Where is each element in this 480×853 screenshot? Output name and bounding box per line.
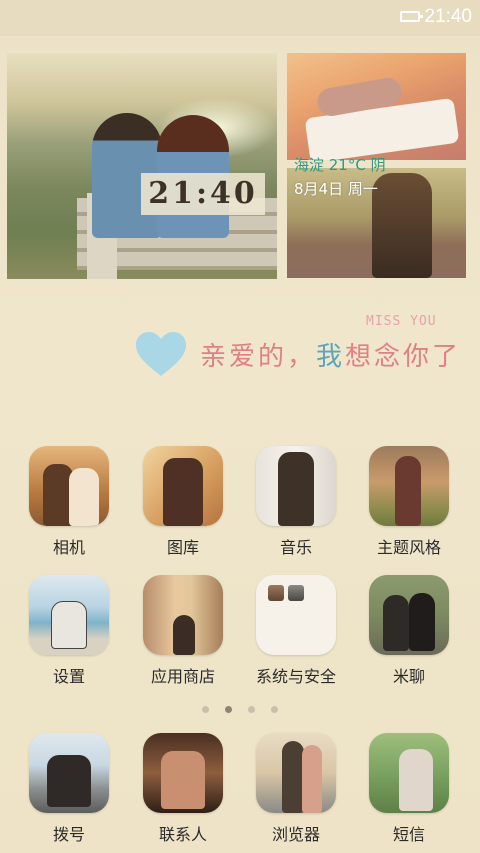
app-label: 设置: [52, 667, 85, 686]
dock-browser[interactable]: 浏览器: [248, 733, 344, 845]
music-icon: [256, 446, 336, 526]
date-widget[interactable]: 8月4日 周一: [294, 178, 378, 199]
app-music[interactable]: 音乐: [248, 446, 344, 558]
browser-icon: [256, 733, 336, 813]
app-camera[interactable]: 相机: [21, 446, 117, 558]
heart-icon: [136, 332, 186, 376]
dock-messages[interactable]: 短信: [361, 733, 457, 845]
app-label: 联系人: [158, 825, 207, 844]
phone-icon: [29, 733, 109, 813]
clock-widget[interactable]: 21:40: [141, 173, 265, 215]
app-label: 相机: [52, 538, 85, 557]
photo-widget-couple-bench[interactable]: [7, 53, 277, 279]
app-store[interactable]: 应用商店: [135, 575, 231, 687]
status-time: 21:40: [424, 6, 472, 27]
dock-phone[interactable]: 拨号: [21, 733, 117, 845]
app-label: 图库: [166, 538, 199, 557]
love-text-end: 想念你了: [345, 342, 462, 372]
gallery-icon: [143, 446, 223, 526]
love-text-main: 亲爱的，: [200, 342, 317, 372]
messages-icon: [369, 733, 449, 813]
page-dot[interactable]: [248, 706, 255, 713]
app-settings[interactable]: 设置: [21, 575, 117, 687]
page-dot[interactable]: [271, 706, 278, 713]
store-icon: [143, 575, 223, 655]
camera-icon: [29, 446, 109, 526]
app-label: 浏览器: [271, 825, 320, 844]
embracing-figure: [372, 173, 432, 278]
app-label: 短信: [392, 825, 425, 844]
page-dot[interactable]: [202, 706, 209, 713]
app-label: 系统与安全: [255, 667, 336, 686]
love-text-accent: 我: [316, 342, 346, 372]
app-gallery[interactable]: 图库: [135, 446, 231, 558]
app-label: 拨号: [52, 825, 85, 844]
battery-icon: [400, 11, 423, 22]
app-label: 音乐: [279, 538, 312, 557]
folder-icon: [256, 575, 336, 655]
app-themes[interactable]: 主题风格: [361, 446, 457, 558]
mitalk-icon: [369, 575, 449, 655]
app-system-security[interactable]: 系统与安全: [248, 575, 344, 687]
app-label: 主题风格: [376, 538, 441, 557]
weather-widget[interactable]: 海淀 21°C 阴: [294, 154, 386, 175]
themes-icon: [369, 446, 449, 526]
page-dot-active[interactable]: [225, 706, 232, 713]
app-mitalk[interactable]: 米聊: [361, 575, 457, 687]
love-message: 亲爱的，我想念你了: [200, 336, 461, 373]
page-indicator[interactable]: [0, 698, 480, 717]
settings-icon: [29, 575, 109, 655]
dock-contacts[interactable]: 联系人: [135, 733, 231, 845]
status-bar: 21:40: [0, 0, 480, 36]
app-label: 应用商店: [150, 667, 215, 686]
photo-widget-picnic[interactable]: [287, 53, 466, 160]
miss-you-text: MISS YOU: [366, 314, 437, 329]
contacts-icon: [143, 733, 223, 813]
app-label: 米聊: [392, 667, 425, 686]
